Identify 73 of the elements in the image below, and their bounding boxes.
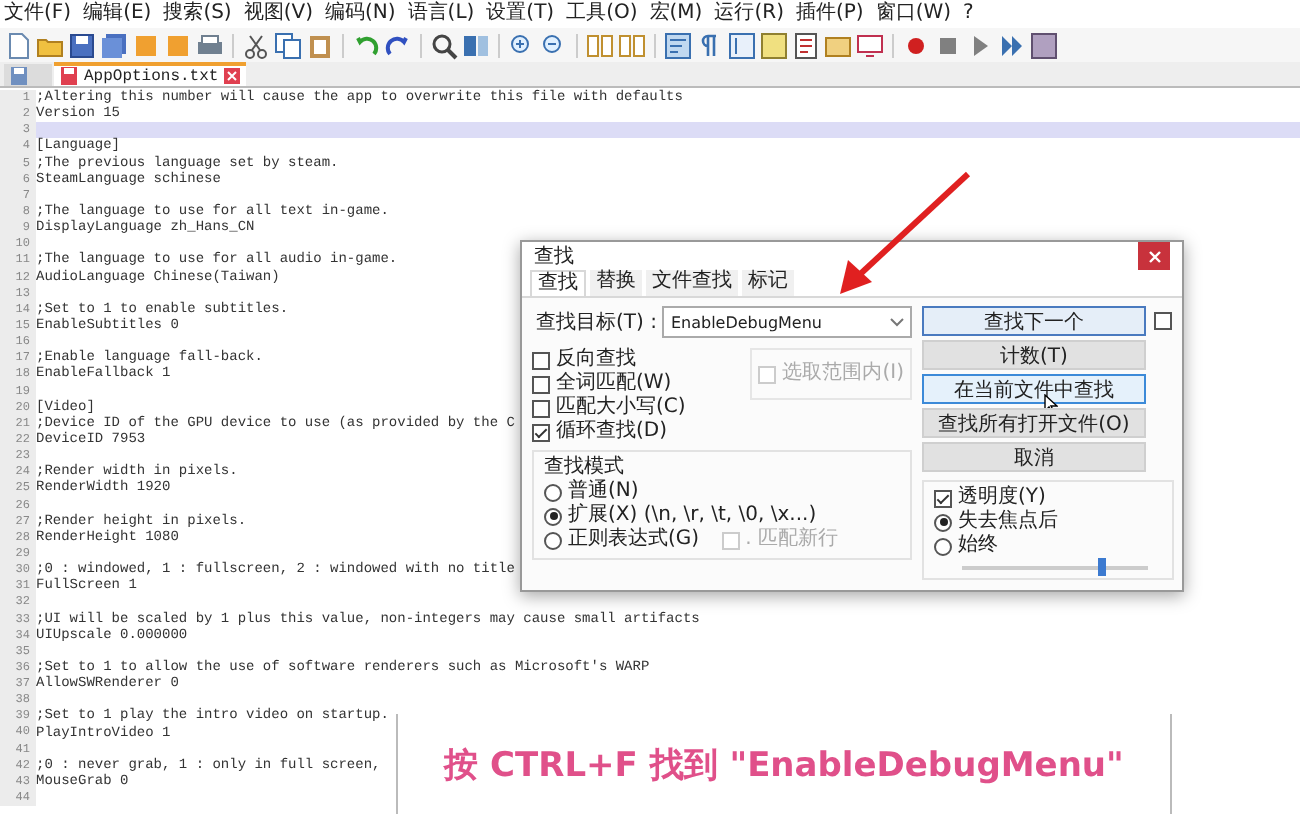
redo-icon[interactable]: [384, 31, 412, 59]
checkbox-label: 循环查找(D): [556, 420, 668, 444]
menu-item[interactable]: 编码(N): [325, 2, 396, 26]
radio-button[interactable]: [544, 531, 562, 549]
file-icon: [10, 65, 28, 85]
copy-icon[interactable]: [274, 31, 302, 59]
checkbox[interactable]: [532, 351, 550, 369]
menu-item[interactable]: 插件(P): [795, 2, 864, 26]
dialog-button[interactable]: 计数(T): [922, 340, 1146, 370]
dialog-button[interactable]: 查找下一个: [922, 306, 1146, 336]
file-tab[interactable]: [4, 64, 52, 86]
radio-label: 正则表达式(G): [568, 528, 700, 552]
search-icon[interactable]: [430, 31, 458, 59]
function-list-icon[interactable]: [792, 31, 820, 59]
menu-item[interactable]: 视图(V): [243, 2, 313, 26]
menu-item[interactable]: 窗口(W): [875, 2, 952, 26]
checkbox[interactable]: [1154, 312, 1172, 330]
file-tab[interactable]: AppOptions.txt: [54, 62, 247, 86]
indent-guide-icon[interactable]: [728, 31, 756, 59]
radio-button[interactable]: [934, 537, 952, 555]
scissors-icon[interactable]: [242, 31, 270, 59]
checkbox-label: . 匹配新行: [745, 528, 838, 552]
close-button[interactable]: [1138, 242, 1170, 270]
radio-button[interactable]: [934, 513, 952, 531]
monitor-icon[interactable]: [856, 31, 884, 59]
save-icon[interactable]: [68, 31, 96, 59]
slider-thumb[interactable]: [1097, 558, 1106, 576]
checkbox-label: 透明度(Y): [958, 486, 1046, 509]
menu-item[interactable]: 语言(L): [407, 2, 475, 26]
dropdown-icon: [890, 317, 904, 327]
checkbox-label: 反向查找: [556, 348, 636, 372]
clipboard-icon[interactable]: [306, 31, 334, 59]
undo-icon[interactable]: [352, 31, 380, 59]
menu-item[interactable]: 设置(T): [486, 2, 555, 26]
dialog-button[interactable]: 在当前文件中查找: [922, 374, 1146, 404]
search-field[interactable]: EnableDebugMenu: [662, 306, 912, 338]
menu-item[interactable]: ?: [963, 2, 974, 26]
arrow: [840, 171, 971, 294]
dialog-tab[interactable]: 文件查找: [646, 270, 738, 296]
group-title: 查找模式: [544, 456, 626, 479]
close-icon: [1147, 249, 1161, 263]
radio-label: 始终: [958, 534, 998, 558]
dialog-tab[interactable]: 替换: [590, 270, 642, 296]
menu-item[interactable]: 工具(O): [566, 2, 638, 26]
radio-button[interactable]: [544, 483, 562, 501]
checkbox[interactable]: [532, 375, 550, 393]
menu-item[interactable]: 宏(M): [649, 2, 703, 26]
menu-item[interactable]: 搜索(S): [163, 2, 232, 26]
checkbox[interactable]: [532, 423, 550, 441]
radio-label: 普通(N): [568, 480, 639, 503]
dialog-tab[interactable]: 查找: [530, 270, 586, 296]
menu-item[interactable]: 编辑(E): [83, 2, 152, 26]
dialog-tab[interactable]: 标记: [742, 270, 794, 296]
checkbox-label: 选取范围内(I): [782, 362, 904, 386]
save-all-icon[interactable]: [100, 31, 128, 59]
checkbox-label: 匹配大小写(C): [556, 396, 686, 419]
menu-item[interactable]: 文件(F): [4, 2, 72, 26]
file-icon: [60, 66, 78, 86]
dialog-button[interactable]: 查找所有打开文件(O): [922, 408, 1146, 438]
caption-text: 按 CTRL+F 找到 "EnableDebugMenu": [444, 743, 1124, 787]
wrap-icon[interactable]: [664, 31, 692, 59]
radio-button[interactable]: [544, 507, 562, 525]
dialog-title: 查找: [534, 243, 574, 270]
close-icon[interactable]: [224, 68, 241, 84]
checkbox-label: 全词匹配(W): [556, 372, 672, 395]
field-label: 查找目标(T) :: [536, 309, 657, 336]
checkbox[interactable]: [532, 399, 550, 417]
checkbox[interactable]: [934, 489, 952, 507]
printer-icon[interactable]: [196, 31, 224, 59]
menu-item[interactable]: 运行(R): [714, 2, 784, 26]
radio-label: 失去焦点后: [958, 510, 1058, 534]
dialog-button[interactable]: 取消: [922, 442, 1146, 472]
radio-label: 扩展(X) (\n, \r, \t, \0, \x...): [568, 504, 817, 527]
